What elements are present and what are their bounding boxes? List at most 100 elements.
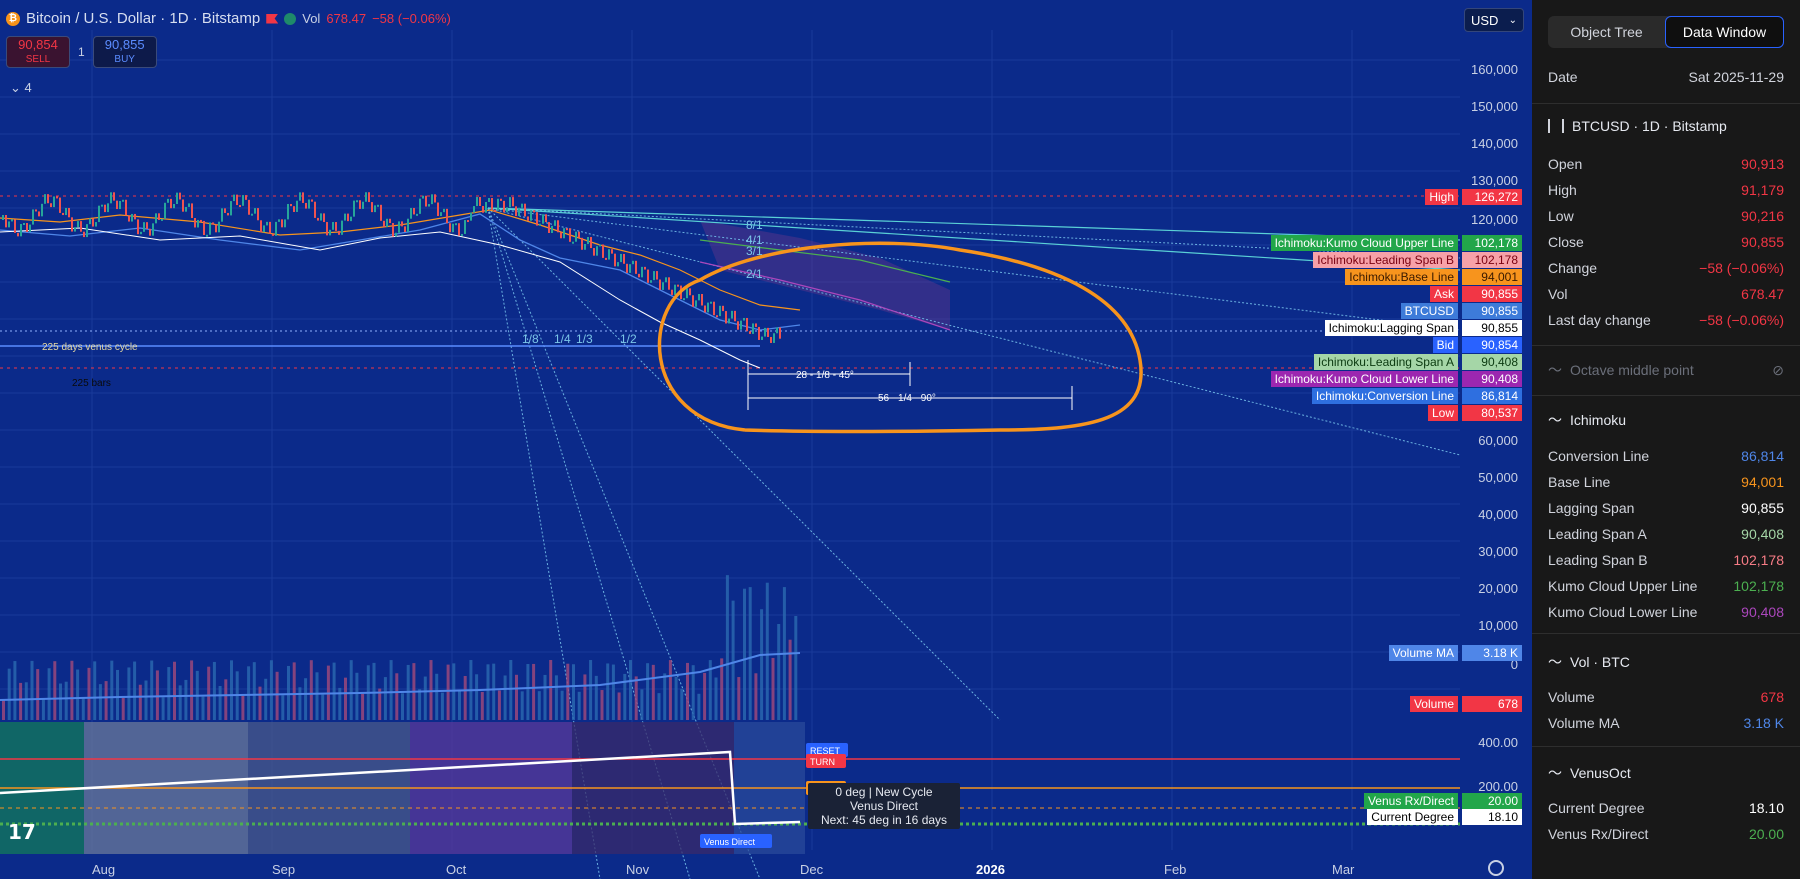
fan-label: 1/2 [620,332,637,346]
volume-bar [725,575,729,720]
candle [491,198,493,210]
candle [224,208,226,213]
candle [62,212,64,216]
volume-bar [566,663,570,720]
order-quantity[interactable]: 1 [78,45,85,59]
price-tag-value: 126,272 [1462,189,1522,205]
tooltip-line1: 0 deg | New Cycle [835,785,933,799]
volume-bar [53,661,57,720]
volume-bar [572,664,575,720]
volume-bar [554,675,558,720]
octave-section-header[interactable]: 〜 Octave middle point ⊘ [1548,360,1784,380]
volume-bar [361,693,365,720]
candle [773,333,775,343]
price-tag-label: High [1425,189,1458,205]
candle [209,222,211,235]
candle [758,326,760,340]
volume-bar [549,660,553,720]
price-tag-label: Ichimoku:Leading Span B [1313,252,1458,268]
candle [230,201,232,216]
candle [617,262,619,267]
chart-canvas[interactable]: 28 - 1/8 - 45°56 - 1/4 - 90°8/14/13/12/1… [0,0,1532,879]
candle [653,271,655,281]
ohlc-label: Low [1548,208,1574,224]
candle [545,214,547,223]
price-axis-label: 50,000 [1478,470,1518,485]
candle [41,203,43,217]
symbol-label: BTCUSD · 1D · Bitstamp [1572,118,1727,134]
fan-label: 3/1 [746,244,763,258]
price-tag-value: 3.18 K [1462,645,1522,661]
tab-data-window[interactable]: Data Window [1665,16,1784,48]
volume-bar [646,663,650,720]
candle [344,213,346,221]
candle [635,260,637,274]
vol-row: Volume MA 3.18 K [1548,714,1784,732]
candle [158,213,160,220]
ichimoku-section-header[interactable]: 〜 Ichimoku [1548,410,1784,430]
candle [77,221,79,228]
eye-off-icon[interactable]: ⊘ [1772,362,1784,379]
vol-section-header[interactable]: 〜 Vol · BTC [1548,652,1784,672]
volume-bar [93,661,97,720]
volume-bar [452,663,456,720]
price-tag-value: 20.00 [1462,793,1522,809]
time-axis-label: Oct [446,862,467,877]
indicators-toggle[interactable]: ⌄ 4 [10,80,32,96]
visibility-icon[interactable] [284,12,297,25]
price-axis-label: 160,000 [1471,62,1518,77]
candle [644,266,646,270]
candle [335,222,337,231]
candle [359,200,361,209]
tradingview-logo[interactable]: 17 [8,820,36,844]
chart-area[interactable]: 28 - 1/8 - 45° 56 - 1/4 - 90° 8/1 4/1 3/1 2/1… [0,0,1532,879]
volume-bar [492,663,496,720]
volume-bar [594,675,598,720]
time-axis-label: Dec [800,862,824,877]
candle [533,210,535,213]
settings-icon[interactable] [1488,860,1504,876]
volume-bar [423,676,427,720]
buy-button[interactable]: 90,855 BUY [92,36,157,68]
venus-title: VenusOct [1570,765,1631,781]
volume-ma-line [0,652,801,701]
volume-bar [224,679,228,720]
candle [596,246,598,256]
volume-bar [275,671,279,720]
symbol-title[interactable]: Bitcoin / U.S. Dollar · 1D · Bitstamp [26,10,260,27]
venus-section-header[interactable]: 〜 VenusOct [1548,763,1784,783]
price-tag-value: 90,408 [1462,371,1522,387]
volume-bar [788,639,792,720]
candle [29,224,31,233]
candle [620,253,622,263]
symbol-section-header: BTCUSD · 1D · Bitstamp [1548,118,1784,134]
candle [317,217,319,221]
volume-bar [731,600,735,720]
vol-label: Vol [302,11,321,26]
sell-button[interactable]: 90,854 SELL [6,36,70,68]
candle [260,220,262,233]
price-axis-label: 140,000 [1471,136,1518,151]
data-window-panel: Object Tree Data Window Date Sat 2025-11… [1532,0,1800,879]
volume-bar [737,677,741,720]
flag-icon[interactable] [266,13,279,24]
candle [320,213,322,221]
candle [206,234,208,237]
ichimoku-row: Kumo Cloud Upper Line 102,178 [1548,577,1784,595]
ohlc-label: Close [1548,234,1584,250]
tab-object-tree[interactable]: Object Tree [1548,16,1665,48]
candle [572,241,574,244]
ichimoku-row: Lagging Span 90,855 [1548,499,1784,517]
candle [269,221,271,234]
candle [482,205,484,213]
ichimoku-row: Leading Span A 90,408 [1548,525,1784,543]
candle [227,212,229,216]
volume-bar [520,691,524,720]
currency-select[interactable]: USD ⌄ [1464,8,1524,32]
sell-label: SELL [25,54,51,65]
candle [623,253,625,264]
volume-bar [720,658,724,720]
candle [92,218,94,227]
volume-bar [526,664,530,720]
volume-bar [36,669,40,720]
